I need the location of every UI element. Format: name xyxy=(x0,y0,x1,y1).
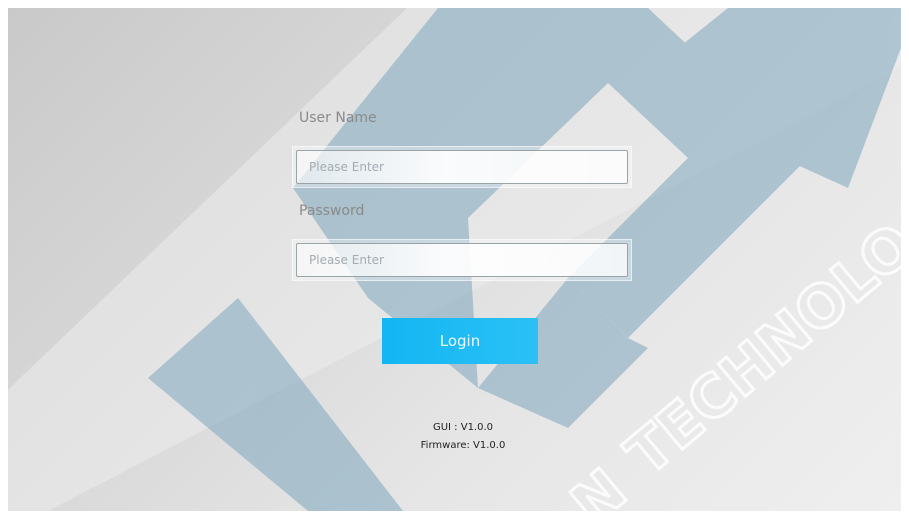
login-screen: TECHNOLO N User Name Password Login GUI … xyxy=(8,8,901,511)
gui-version: GUI : V1.0.0 xyxy=(432,422,494,433)
login-button[interactable]: Login xyxy=(382,318,538,364)
password-field-frame xyxy=(292,239,632,281)
username-input[interactable] xyxy=(296,150,628,184)
watermark-tail-text: N xyxy=(558,455,639,511)
username-label: User Name xyxy=(299,110,377,126)
firmware-version: Firmware: V1.0.0 xyxy=(420,440,506,451)
username-field-frame xyxy=(292,146,632,188)
password-input[interactable] xyxy=(296,243,628,277)
password-label: Password xyxy=(299,203,365,219)
